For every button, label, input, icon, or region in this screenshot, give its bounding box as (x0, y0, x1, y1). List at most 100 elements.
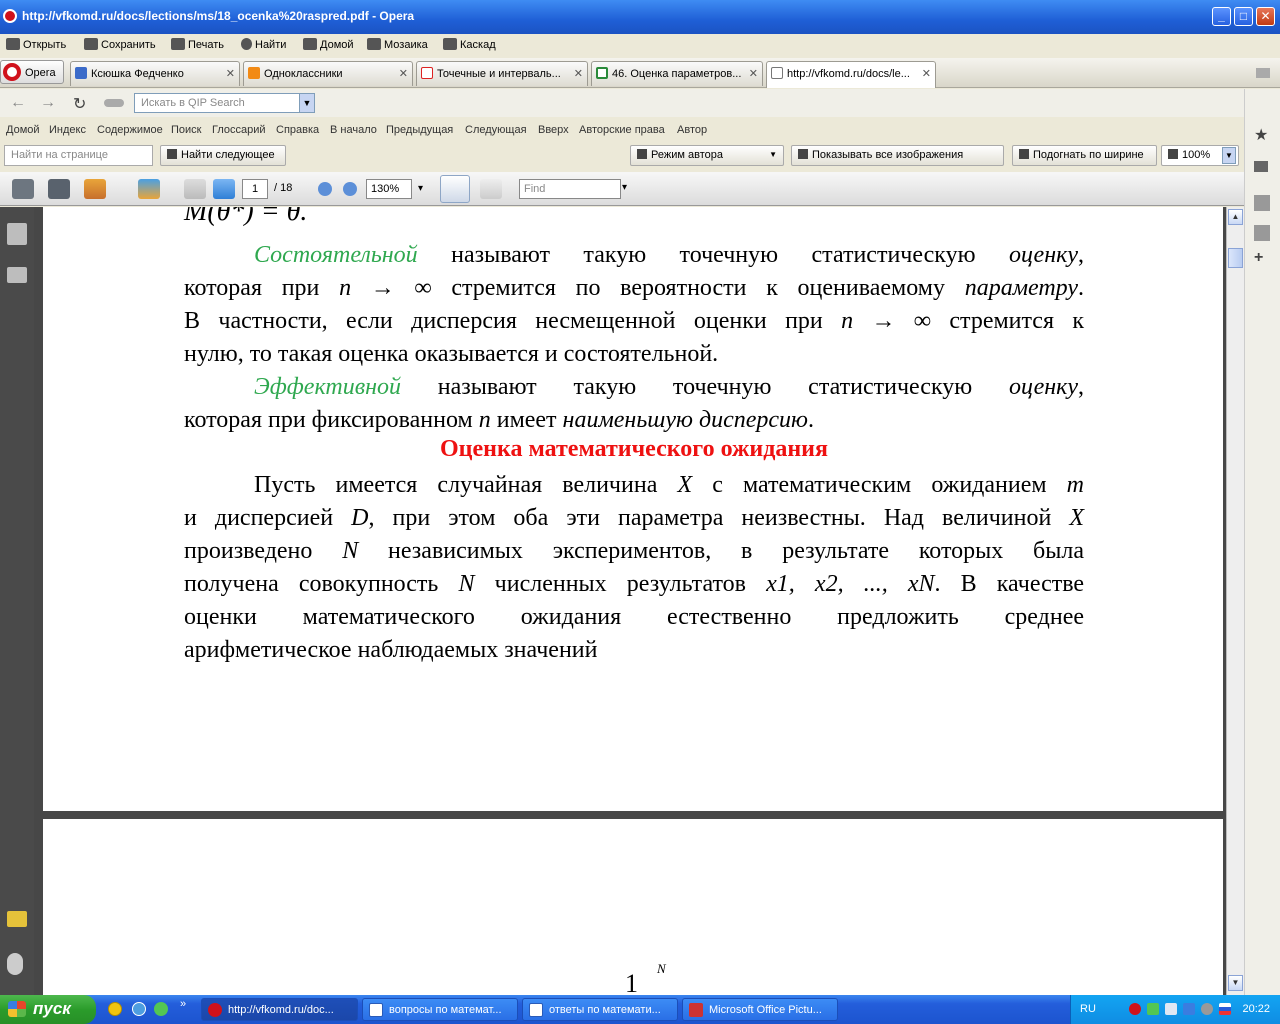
menu-cascade[interactable]: Каскад (443, 38, 496, 51)
next-page-icon[interactable] (213, 179, 235, 199)
tab-list-icon[interactable] (1256, 68, 1270, 78)
opera-tray-icon[interactable] (1129, 1003, 1141, 1015)
tab-ksyushka[interactable]: Ксюшка Федченко ✕ (70, 61, 240, 86)
link-next[interactable]: Следующая (465, 124, 527, 136)
fit-page-icon[interactable] (440, 175, 470, 203)
network-tray-icon[interactable] (1165, 1003, 1177, 1015)
link-first[interactable]: В начало (330, 124, 377, 136)
show-images-button[interactable]: Показывать все изображения (791, 145, 1004, 166)
task-opera[interactable]: http://vfkomd.ru/doc... (201, 998, 358, 1021)
zoom-input[interactable]: 130% ▾ (366, 179, 423, 199)
menu-open[interactable]: Открыть (6, 38, 66, 51)
menu-home[interactable]: Домой (303, 38, 354, 51)
link-contents[interactable]: Содержимое (97, 124, 163, 136)
maximize-button[interactable]: □ (1234, 7, 1253, 26)
tab-point-estimates[interactable]: Точечные и интерваль... ✕ (416, 61, 588, 86)
previous-page-icon[interactable] (184, 179, 206, 199)
russian-flag-icon[interactable] (1219, 1003, 1231, 1015)
zoom-dropdown[interactable]: 100% ▼ (1161, 145, 1239, 166)
link-previous[interactable]: Предыдущая (386, 124, 453, 136)
icq-tray-icon[interactable] (1147, 1003, 1159, 1015)
find-options-arrow[interactable]: ▾ (622, 182, 627, 193)
page-number-input[interactable]: 1 (242, 179, 268, 199)
menu-tile[interactable]: Мозаика (367, 38, 428, 51)
menu-save[interactable]: Сохранить (84, 38, 156, 51)
share-icon[interactable] (84, 179, 106, 199)
find-next-button[interactable]: Найти следующее (160, 145, 286, 166)
link-index[interactable]: Индекс (49, 124, 86, 136)
fit-width-icon (1019, 149, 1029, 159)
link-glossary[interactable]: Глоссарий (212, 124, 266, 136)
bookmark-star-icon[interactable]: ★ (1254, 125, 1268, 145)
zoom-in-icon[interactable] (343, 182, 357, 196)
browser-quick-icon[interactable] (132, 1002, 146, 1016)
print-icon[interactable] (12, 179, 34, 199)
mail-icon[interactable] (1254, 161, 1268, 172)
yandex-icon (421, 67, 433, 79)
text-line: и дисперсией D, при этом оба эти парамет… (184, 505, 1085, 531)
menu-print[interactable]: Печать (171, 38, 224, 51)
pdf-document-area[interactable]: M(θ*) = θ. Состоятельной называют такую … (34, 207, 1226, 995)
author-mode-dropdown[interactable]: Режим автора ▼ (630, 145, 784, 166)
tab-odnoklassniki[interactable]: Одноклассники ✕ (243, 61, 413, 86)
start-button[interactable]: пуск (0, 995, 96, 1024)
back-button[interactable]: ← (10, 94, 26, 112)
language-indicator[interactable]: RU (1080, 1003, 1096, 1015)
task-word-questions[interactable]: вопросы по математ... (362, 998, 518, 1021)
menu-find[interactable]: Найти (241, 38, 286, 51)
search-dropdown-button[interactable]: ▼ (299, 93, 315, 113)
save-icon[interactable] (48, 179, 70, 199)
pdf-vertical-scrollbar[interactable]: ▲ ▼ (1226, 207, 1244, 995)
tab-parameter-estimation[interactable]: 46. Оценка параметров... ✕ (591, 61, 763, 86)
find-in-page-input[interactable]: Найти на странице (4, 145, 153, 166)
link-up[interactable]: Вверх (538, 124, 569, 136)
tab-close-icon[interactable]: ✕ (226, 67, 235, 80)
tab-close-icon[interactable]: ✕ (399, 67, 408, 80)
widgets-icon[interactable] (1254, 225, 1270, 241)
scroll-up-icon[interactable]: ▲ (1228, 209, 1243, 225)
comment-tools-icon[interactable] (138, 179, 160, 199)
quick-launch-icon[interactable] (108, 1002, 122, 1016)
quick-launch-more-icon[interactable]: » (180, 998, 186, 1010)
qip-search-input[interactable]: Искать в QIP Search (134, 93, 300, 113)
bookmarks-icon[interactable] (7, 267, 27, 283)
scroll-down-icon[interactable]: ▼ (1228, 975, 1243, 991)
comments-icon[interactable] (7, 911, 27, 927)
forward-button[interactable]: → (40, 94, 56, 112)
notes-icon[interactable] (1254, 195, 1270, 211)
print-icon (171, 38, 185, 50)
link-search[interactable]: Поиск (171, 124, 201, 136)
fit-width-icon[interactable] (480, 179, 502, 199)
pdf-sidebar (0, 207, 34, 995)
text-line: Пусть имеется случайная величина X с мат… (254, 472, 1085, 498)
link-help[interactable]: Справка (276, 124, 319, 136)
tab-current-pdf[interactable]: http://vfkomd.ru/docs/le... ✕ (766, 61, 936, 88)
tab-close-icon[interactable]: ✕ (922, 67, 931, 80)
task-word-answers[interactable]: ответы по математи... (522, 998, 678, 1021)
word-icon (529, 1003, 543, 1017)
link-author[interactable]: Автор (677, 124, 707, 136)
add-panel-icon[interactable]: + (1254, 249, 1263, 267)
pdf-find-input[interactable]: Find (519, 179, 621, 199)
text-line: В частности, если дисперсия несмещенной … (184, 308, 1085, 334)
reload-button[interactable]: ↻ (73, 94, 86, 114)
attachment-icon[interactable] (7, 953, 23, 975)
tab-close-icon[interactable]: ✕ (749, 67, 758, 80)
link-copyright[interactable]: Авторские права (579, 124, 665, 136)
zoom-out-icon[interactable] (318, 182, 332, 196)
pages-icon[interactable] (7, 223, 27, 245)
windows-taskbar: пуск » http://vfkomd.ru/doc... вопросы п… (0, 995, 1280, 1024)
scroll-thumb[interactable] (1228, 248, 1243, 268)
task-picture-manager[interactable]: Microsoft Office Pictu... (682, 998, 838, 1021)
fit-width-button[interactable]: Подогнать по ширине (1012, 145, 1157, 166)
link-home[interactable]: Домой (6, 124, 40, 136)
icq-icon[interactable] (154, 1002, 168, 1016)
minimize-button[interactable]: _ (1212, 7, 1231, 26)
update-tray-icon[interactable] (1183, 1003, 1195, 1015)
opera-menu-button[interactable]: Opera (0, 60, 64, 84)
antivirus-tray-icon[interactable] (1201, 1003, 1213, 1015)
tab-bar: Opera Ксюшка Федченко ✕ Одноклассники ✕ … (0, 58, 1280, 88)
close-button[interactable]: ✕ (1256, 7, 1275, 26)
key-icon[interactable] (104, 99, 124, 107)
tab-close-icon[interactable]: ✕ (574, 67, 583, 80)
